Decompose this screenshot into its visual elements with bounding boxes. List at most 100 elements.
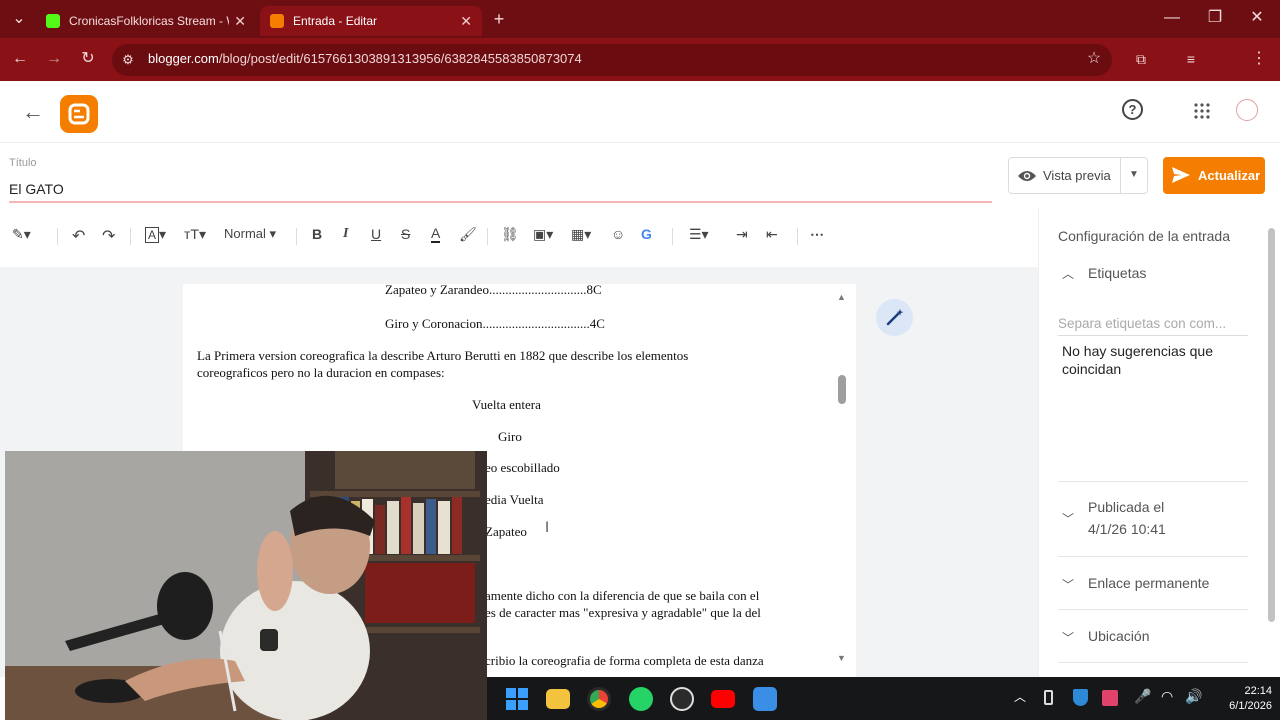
doc-line: cribio la coreografia de forma completa …: [485, 653, 764, 668]
bookmark-star-icon[interactable]: ☆: [1082, 49, 1106, 69]
edit-mode-pencil-icon[interactable]: ✎▾: [12, 226, 31, 243]
back-arrow-icon[interactable]: ←: [22, 99, 44, 125]
font-size-icon[interactable]: тT▾: [184, 226, 206, 243]
section-divider: [1058, 662, 1248, 663]
security-shield-icon[interactable]: [1073, 689, 1088, 706]
whatsapp-icon[interactable]: [629, 687, 653, 711]
new-tab-icon[interactable]: +: [487, 9, 511, 29]
title-field-label: Título: [9, 157, 37, 169]
toolbar-divider: [296, 228, 297, 245]
underline-icon[interactable]: U: [371, 226, 381, 242]
forward-arrow-icon[interactable]: →: [42, 49, 66, 69]
published-date: 4/1/26 10:41: [1088, 521, 1166, 537]
back-arrow-icon[interactable]: ←: [8, 49, 32, 69]
minimize-icon[interactable]: —: [1160, 8, 1184, 28]
chevron-down-icon[interactable]: ﹀: [1062, 576, 1074, 593]
doc-line: amente dicho con la diferencia de que se…: [485, 588, 760, 603]
preview-button[interactable]: Vista previa: [1008, 157, 1121, 194]
document-scrollbar[interactable]: ▲ ▼: [836, 292, 848, 664]
permalink-toggle[interactable]: Enlace permanente: [1088, 575, 1209, 591]
more-options-icon[interactable]: ⋯: [810, 226, 824, 243]
site-info-icon[interactable]: ⚙: [116, 50, 140, 70]
toolbar-divider: [130, 228, 131, 245]
tray-chevron-icon[interactable]: ︿: [1014, 688, 1026, 705]
window-close-icon[interactable]: ✕: [1245, 8, 1269, 28]
doc-line: eo escobillado: [485, 460, 560, 475]
indent-increase-icon[interactable]: ⇥: [736, 226, 748, 243]
align-icon[interactable]: ☰▾: [689, 226, 709, 243]
chrome-menu-icon[interactable]: ⋮: [1247, 49, 1271, 69]
doc-line: Giro: [498, 429, 522, 444]
magic-wand-button[interactable]: [876, 299, 913, 336]
toolbar-divider: [797, 228, 798, 245]
italic-icon[interactable]: I: [343, 226, 348, 242]
doc-line: Zapateo y Zarandeo......................…: [385, 284, 602, 297]
bold-icon[interactable]: B: [312, 226, 322, 242]
emoji-icon[interactable]: ☺: [611, 226, 625, 242]
help-icon[interactable]: ?: [1122, 99, 1143, 120]
app-tray-icon[interactable]: [1102, 690, 1118, 706]
link-icon[interactable]: ⛓: [501, 226, 519, 243]
no-suggestions-text: No hay sugerencias que coincidan: [1062, 343, 1213, 377]
undo-icon[interactable]: ↶: [72, 226, 85, 246]
document-scroll-thumb[interactable]: [838, 375, 846, 404]
chrome-taskbar-icon[interactable]: [587, 687, 611, 711]
url-text[interactable]: blogger.com/blog/post/edit/6157661303891…: [148, 51, 582, 66]
font-family-icon[interactable]: A ▾: [145, 226, 166, 243]
tab-close-icon[interactable]: ✕: [234, 13, 246, 30]
text-color-icon[interactable]: A: [431, 226, 441, 243]
strikethrough-icon[interactable]: S: [401, 226, 410, 242]
doc-line: Giro y Coronacion.......................…: [385, 316, 605, 331]
chevron-down-icon[interactable]: ﹀: [1062, 510, 1074, 527]
panel-header: Configuración de la entrada: [1058, 228, 1231, 244]
wifi-icon[interactable]: ◠: [1161, 688, 1173, 705]
video-icon[interactable]: ▦▾: [571, 226, 591, 243]
title-underline: [9, 201, 992, 203]
labels-input[interactable]: Separa etiquetas con com...: [1058, 316, 1248, 336]
google-translate-icon[interactable]: G: [641, 226, 652, 242]
magic-wand-icon: [886, 309, 904, 326]
indent-decrease-icon[interactable]: ⇤: [766, 226, 778, 243]
clock-date: 6/1/2026: [1229, 700, 1272, 712]
scroll-down-icon[interactable]: ▼: [837, 653, 846, 663]
panel-scroll-thumb[interactable]: [1268, 228, 1275, 622]
obs-icon[interactable]: [670, 687, 694, 711]
chevron-up-icon[interactable]: ︿: [1062, 265, 1074, 282]
tab-cronicas-stream[interactable]: CronicasFolkloricas Stream - W... ✕: [36, 6, 256, 36]
published-label[interactable]: Publicada el: [1088, 499, 1164, 515]
taskbar-clock[interactable]: 22:14 6/1/2026: [1212, 684, 1272, 714]
image-icon[interactable]: ▣▾: [533, 226, 553, 243]
microphone-icon[interactable]: 🎤: [1134, 688, 1151, 705]
media-control-icon[interactable]: ≡: [1179, 49, 1203, 69]
tab-search-chevron-icon[interactable]: ⌄: [7, 9, 31, 29]
labels-section-toggle[interactable]: Etiquetas: [1088, 265, 1146, 281]
paragraph-style-select[interactable]: Normal ▾: [224, 226, 276, 242]
tab-close-icon[interactable]: ✕: [460, 13, 472, 30]
reload-icon[interactable]: ↻: [76, 49, 100, 69]
preview-dropdown-button[interactable]: ▼: [1121, 157, 1148, 194]
blogger-logo-icon[interactable]: [60, 95, 98, 133]
extensions-icon[interactable]: ⧉: [1129, 49, 1153, 69]
redo-icon[interactable]: ↷: [102, 226, 115, 246]
blogger-header: [0, 81, 1280, 143]
maximize-icon[interactable]: ❐: [1203, 8, 1227, 28]
tab-entrada-editar[interactable]: Entrada - Editar ✕: [260, 6, 482, 36]
webcam-overlay: [5, 451, 487, 720]
highlight-icon[interactable]: 🖌: [459, 226, 477, 243]
photos-app-icon[interactable]: [753, 687, 777, 711]
chevron-down-icon[interactable]: ﹀: [1062, 629, 1074, 646]
file-explorer-icon[interactable]: [546, 689, 570, 709]
apps-grid-icon[interactable]: [1194, 103, 1210, 119]
volume-icon[interactable]: 🔊: [1185, 688, 1202, 705]
doc-line: coreograficos pero no la duracion en com…: [197, 365, 445, 380]
account-avatar[interactable]: [1236, 99, 1258, 121]
location-toggle[interactable]: Ubicación: [1088, 628, 1149, 644]
paragraph-style-value: Normal: [224, 226, 266, 241]
update-button[interactable]: Actualizar: [1163, 157, 1265, 194]
windows-start-icon[interactable]: [505, 687, 529, 711]
scroll-up-icon[interactable]: ▲: [837, 292, 846, 302]
doc-line: edia Vuelta: [485, 492, 544, 507]
title-input[interactable]: El GATO: [9, 181, 64, 197]
youtube-icon[interactable]: [711, 690, 735, 708]
usb-icon[interactable]: [1044, 690, 1053, 705]
